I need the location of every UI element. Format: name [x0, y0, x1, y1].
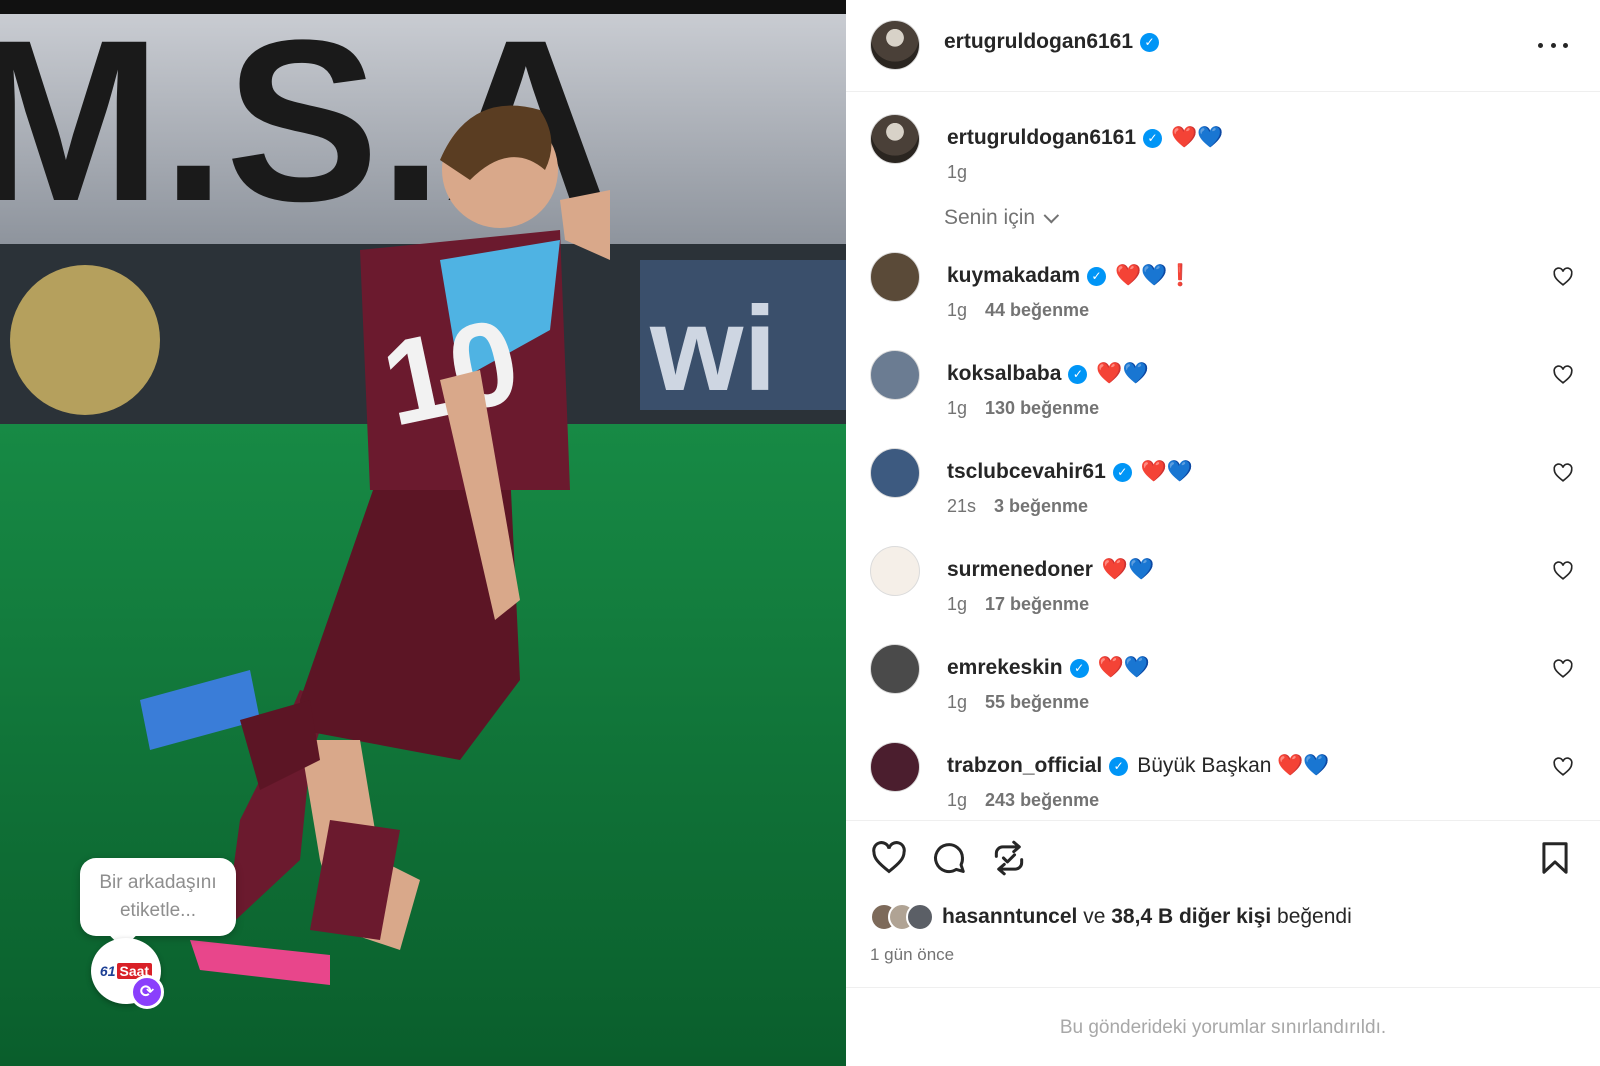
- verified-icon: ✓: [1140, 32, 1160, 52]
- comment-like-count[interactable]: 130 beğenme: [985, 398, 1099, 419]
- svg-text:10: 10: [372, 293, 530, 452]
- like-heart-icon[interactable]: [870, 839, 910, 879]
- comment-item: emrekeskin ✓ ❤️💙 1g 55 beğenme: [870, 644, 1576, 734]
- likes-connector: ve: [1083, 905, 1106, 928]
- comment-time: 1g: [947, 300, 968, 320]
- comments-list[interactable]: ertugruldogan6161 ✓ ❤️💙 1g Senin için ku…: [846, 92, 1600, 820]
- commenter-avatar[interactable]: [870, 448, 920, 498]
- commenter-username[interactable]: koksalbaba: [947, 362, 1061, 386]
- post-date: 1 gün önce: [870, 945, 955, 964]
- commenter-avatar[interactable]: [870, 644, 920, 694]
- heart-icon[interactable]: [1552, 756, 1576, 780]
- verified-icon: ✓: [1068, 364, 1088, 384]
- comment-item: koksalbaba ✓ ❤️💙 1g 130 beğenme: [870, 350, 1576, 440]
- liker-avatar: [906, 903, 934, 931]
- comment-like-count[interactable]: 17 beğenme: [985, 594, 1089, 615]
- liker-username[interactable]: hasanntuncel: [942, 905, 1077, 928]
- comment-text: ❤️💙❗: [1115, 264, 1194, 287]
- heart-icon[interactable]: [1552, 462, 1576, 486]
- comment-item: tsclubcevahir61 ✓ ❤️💙 21s 3 beğenme: [870, 448, 1576, 538]
- heart-icon[interactable]: [1552, 266, 1576, 290]
- verified-icon: ✓: [1143, 128, 1163, 148]
- comment-text: ❤️💙: [1140, 460, 1194, 483]
- comments-restricted-notice: Bu gönderideki yorumlar sınırlandırıldı.: [846, 987, 1600, 1066]
- author-username-row[interactable]: ertugruldogan6161 ✓: [944, 30, 1160, 54]
- heart-icon[interactable]: [1552, 364, 1576, 388]
- comment-text: ❤️💙: [1097, 656, 1150, 679]
- post-header: ertugruldogan6161 ✓: [846, 0, 1600, 92]
- likes-others-count[interactable]: 38,4 B diğer kişi: [1111, 905, 1271, 928]
- commenter-username[interactable]: tsclubcevahir61: [947, 460, 1106, 484]
- caption-username[interactable]: ertugruldogan6161: [947, 126, 1136, 150]
- repost-icon[interactable]: [990, 839, 1030, 879]
- comment-like-count[interactable]: 55 beğenme: [985, 692, 1089, 713]
- comment-like-count[interactable]: 44 beğenme: [985, 300, 1089, 321]
- author-avatar[interactable]: [870, 20, 920, 70]
- comment-text: ❤️💙: [1101, 558, 1155, 581]
- caption-author-avatar[interactable]: [870, 114, 920, 164]
- action-bar: [870, 839, 1576, 883]
- caption-time: 1g: [947, 162, 968, 182]
- repost-badge-icon: ⟳: [130, 975, 164, 1009]
- heart-icon[interactable]: [1552, 560, 1576, 584]
- comment-time: 1g: [947, 790, 968, 810]
- heart-icon[interactable]: [1552, 658, 1576, 682]
- post-photo[interactable]: M.S.A wi 10 Bir arkadaşını etiketle... 6…: [0, 0, 846, 1066]
- liker-avatars: [870, 903, 934, 931]
- comment-time: 1g: [947, 398, 968, 418]
- comment-like-count[interactable]: 243 beğenme: [985, 790, 1099, 811]
- comment-like-count[interactable]: 3 beğenme: [994, 496, 1088, 517]
- chevron-down-icon: [1043, 207, 1060, 223]
- caption-text: ❤️💙: [1171, 126, 1224, 149]
- verified-icon: ✓: [1109, 756, 1129, 776]
- post-footer: hasanntuncel ve 38,4 B diğer kişi beğend…: [846, 820, 1600, 1066]
- likes-suffix: beğendi: [1277, 905, 1352, 928]
- comment-bubble-icon[interactable]: [930, 839, 970, 879]
- commenter-avatar[interactable]: [870, 546, 920, 596]
- commenter-avatar[interactable]: [870, 350, 920, 400]
- commenter-username[interactable]: surmenedoner: [947, 558, 1093, 582]
- comment-item: surmenedoner ❤️💙 1g 17 beğenme: [870, 546, 1576, 636]
- svg-text:wi: wi: [649, 282, 777, 416]
- comment-time: 1g: [947, 594, 968, 614]
- verified-icon: ✓: [1112, 462, 1132, 482]
- verified-icon: ✓: [1069, 658, 1089, 678]
- more-options-icon[interactable]: [1538, 34, 1568, 56]
- comment-text: ❤️💙: [1096, 362, 1149, 385]
- comment-item: kuymakadam ✓ ❤️💙❗ 1g 44 beğenme: [870, 252, 1576, 342]
- likes-summary[interactable]: hasanntuncel ve 38,4 B diğer kişi beğend…: [870, 901, 1352, 933]
- verified-icon: ✓: [1087, 266, 1107, 286]
- commenter-username[interactable]: emrekeskin: [947, 656, 1063, 680]
- bookmark-icon[interactable]: [1536, 839, 1576, 879]
- commenter-username[interactable]: kuymakadam: [947, 264, 1080, 288]
- commenter-username[interactable]: trabzon_official: [947, 754, 1102, 778]
- comment-sort-dropdown[interactable]: Senin için: [944, 206, 1060, 230]
- comment-item: trabzon_official ✓ Büyük Başkan ❤️💙 1g 2…: [870, 742, 1576, 820]
- comment-sort-label: Senin için: [944, 206, 1036, 229]
- comment-time: 1g: [947, 692, 968, 712]
- post-caption: ertugruldogan6161 ✓ ❤️💙 1g: [870, 114, 1570, 194]
- comment-time: 21s: [947, 496, 977, 516]
- commenter-avatar[interactable]: [870, 252, 920, 302]
- commenter-avatar[interactable]: [870, 742, 920, 792]
- comment-text: Büyük Başkan ❤️💙: [1137, 754, 1330, 777]
- post-panel: ertugruldogan6161 ✓ ertugruldogan6161 ✓ …: [846, 0, 1600, 1066]
- tag-friend-bubble[interactable]: Bir arkadaşını etiketle...: [80, 858, 236, 936]
- author-username[interactable]: ertugruldogan6161: [944, 30, 1133, 54]
